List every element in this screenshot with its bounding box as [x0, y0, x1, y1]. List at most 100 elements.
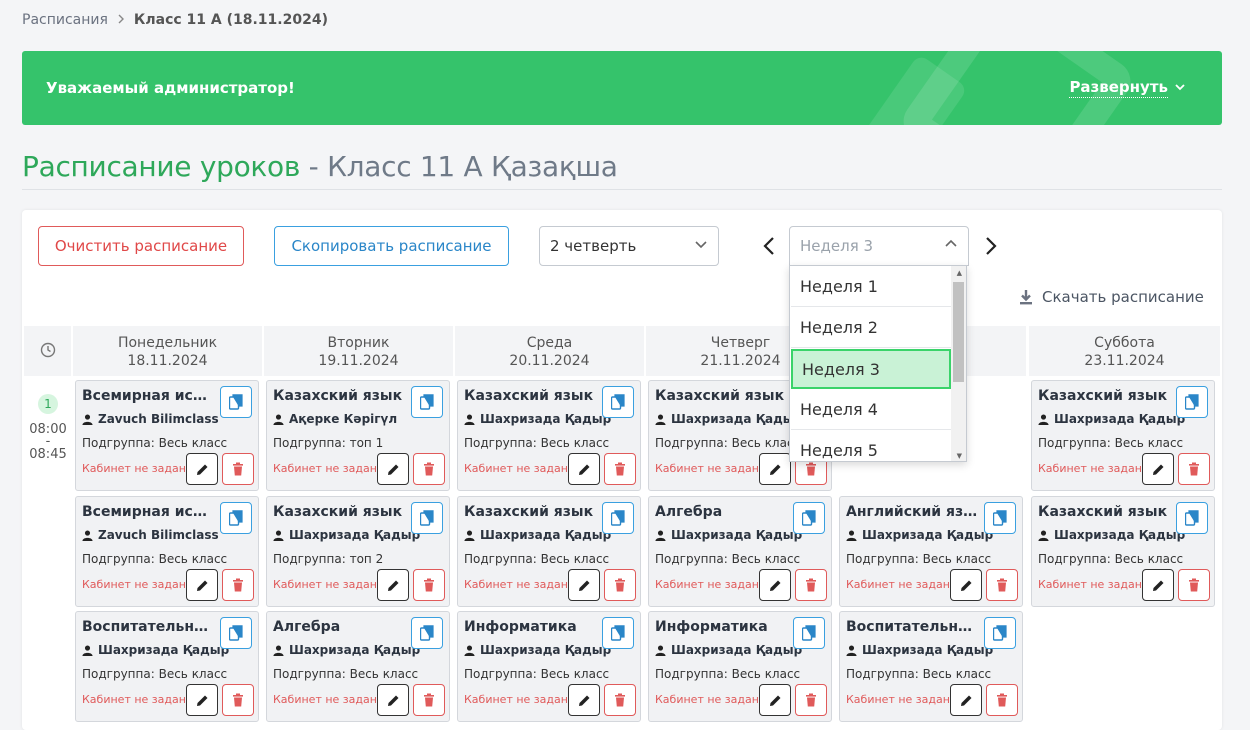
week-option[interactable]: Неделя 2: [791, 308, 951, 348]
lesson-teacher: Шахризада Қадыр: [1038, 528, 1185, 542]
lesson-card[interactable]: Алгебра Шахризада Қадыр Подгруппа: Весь …: [648, 496, 832, 607]
lesson-subject: Алгебра: [655, 504, 723, 520]
week-option[interactable]: Неделя 5: [791, 431, 951, 461]
copy-lesson-button[interactable]: [602, 617, 634, 649]
download-schedule-button[interactable]: Скачать расписание: [1018, 288, 1204, 306]
edit-lesson-button[interactable]: [950, 684, 982, 716]
copy-lesson-button[interactable]: [793, 502, 825, 534]
lesson-card[interactable]: Всемирная история Zavuch Bilimclass Подг…: [75, 496, 259, 607]
prev-week-button[interactable]: [758, 232, 780, 260]
lesson-subject: Казахский язык: [273, 504, 403, 520]
delete-lesson-button[interactable]: [986, 569, 1018, 601]
scroll-up-arrow-icon[interactable]: ▲: [957, 269, 962, 277]
lesson-subgroup: Подгруппа: Весь класс: [655, 436, 801, 450]
copy-lesson-button[interactable]: [1176, 502, 1208, 534]
copy-lesson-button[interactable]: [984, 502, 1016, 534]
lesson-teacher-name: Шахризада Қадыр: [480, 643, 612, 657]
lesson-teacher: Zavuch Bilimclass: [82, 528, 219, 542]
edit-lesson-button[interactable]: [1142, 569, 1174, 601]
copy-lesson-button[interactable]: [220, 502, 252, 534]
lesson-card[interactable]: Казахский язык Шахризада Қадыр Подгруппа…: [457, 496, 641, 607]
lesson-card[interactable]: Алгебра Шахризада Қадыр Подгруппа: Весь …: [266, 611, 450, 722]
day-date: 23.11.2024: [1084, 353, 1165, 369]
edit-lesson-button[interactable]: [568, 453, 600, 485]
quarter-select[interactable]: 2 четверть: [539, 226, 719, 266]
edit-lesson-button[interactable]: [186, 453, 218, 485]
lesson-card[interactable]: Казахский язык Шахризада Қадыр Подгруппа…: [457, 380, 641, 491]
edit-lesson-button[interactable]: [186, 684, 218, 716]
lesson-card[interactable]: Информатика Шахризада Қадыр Подгруппа: В…: [648, 611, 832, 722]
clear-schedule-button[interactable]: Очистить расписание: [38, 226, 244, 266]
edit-lesson-button[interactable]: [759, 684, 791, 716]
delete-lesson-button[interactable]: [604, 684, 636, 716]
copy-lesson-button[interactable]: [220, 617, 252, 649]
breadcrumb-root-link[interactable]: Расписания: [22, 12, 108, 28]
copy-lesson-button[interactable]: [984, 617, 1016, 649]
delete-lesson-button[interactable]: [413, 569, 445, 601]
lesson-teacher-name: Шахризада Қадыр: [480, 528, 612, 542]
lesson-card[interactable]: Казахский язык Ақерке Кәрігүл Подгруппа:…: [266, 380, 450, 491]
copy-lesson-button[interactable]: [411, 617, 443, 649]
edit-lesson-button[interactable]: [186, 569, 218, 601]
week-option[interactable]: Неделя 4: [791, 390, 951, 430]
lesson-room: Кабинет не задан: [846, 693, 950, 706]
copy-lesson-button[interactable]: [602, 386, 634, 418]
delete-lesson-button[interactable]: [604, 569, 636, 601]
edit-lesson-button[interactable]: [759, 569, 791, 601]
delete-lesson-button[interactable]: [604, 453, 636, 485]
delete-lesson-button[interactable]: [795, 684, 827, 716]
copy-lesson-button[interactable]: [411, 502, 443, 534]
lesson-card[interactable]: Воспитательный час Шахризада Қадыр Подгр…: [839, 611, 1023, 722]
lesson-card[interactable]: Казахский язык Шахризада Қадыр Подгруппа…: [1031, 496, 1215, 607]
lesson-room: Кабинет не задан: [464, 462, 568, 475]
lesson-teacher: Шахризада Қадыр: [846, 528, 993, 542]
copy-lesson-button[interactable]: [411, 386, 443, 418]
pencil-icon: [960, 695, 971, 706]
trash-icon: [233, 462, 243, 476]
lesson-teacher: Ақерке Кәрігүл: [273, 412, 397, 426]
page-title-class: Класс 11 А Қазақша: [327, 150, 618, 183]
user-icon: [273, 529, 284, 541]
lesson-subject: Казахский язык: [464, 504, 594, 520]
lesson-card[interactable]: Всемирная история Zavuch Bilimclass Подг…: [75, 380, 259, 491]
edit-lesson-button[interactable]: [568, 569, 600, 601]
scrollbar-thumb[interactable]: [953, 282, 964, 382]
lesson-card[interactable]: Английский язык Шахризада Қадыр Подгрупп…: [839, 496, 1023, 607]
copy-lesson-button[interactable]: [220, 386, 252, 418]
delete-lesson-button[interactable]: [222, 453, 254, 485]
lesson-card[interactable]: Воспитательный час Шахризада Қадыр Подгр…: [75, 611, 259, 722]
day-name: Вторник: [327, 335, 390, 351]
week-option[interactable]: Неделя 1: [791, 267, 951, 307]
lesson-card[interactable]: Казахский язык Шахризада Қадыр Подгруппа…: [266, 496, 450, 607]
edit-lesson-button[interactable]: [568, 684, 600, 716]
copy-schedule-button[interactable]: Скопировать расписание: [274, 226, 509, 266]
delete-lesson-button[interactable]: [222, 684, 254, 716]
edit-lesson-button[interactable]: [759, 453, 791, 485]
delete-lesson-button[interactable]: [222, 569, 254, 601]
delete-lesson-button[interactable]: [1178, 453, 1210, 485]
trash-icon: [806, 462, 816, 476]
dropdown-scrollbar[interactable]: ▲ ▼: [951, 266, 966, 461]
lesson-card[interactable]: Информатика Шахризада Қадыр Подгруппа: В…: [457, 611, 641, 722]
edit-lesson-button[interactable]: [377, 569, 409, 601]
delete-lesson-button[interactable]: [413, 453, 445, 485]
delete-lesson-button[interactable]: [795, 569, 827, 601]
week-select[interactable]: Неделя 3: [789, 226, 969, 266]
copy-lesson-button[interactable]: [1176, 386, 1208, 418]
next-week-button[interactable]: [980, 232, 1002, 260]
copy-lesson-button[interactable]: [793, 617, 825, 649]
delete-lesson-button[interactable]: [413, 684, 445, 716]
scroll-down-arrow-icon[interactable]: ▼: [957, 452, 962, 460]
pencil-icon: [196, 580, 207, 591]
week-option[interactable]: Неделя 3: [791, 349, 951, 389]
edit-lesson-button[interactable]: [377, 453, 409, 485]
delete-lesson-button[interactable]: [986, 684, 1018, 716]
copy-lesson-button[interactable]: [602, 502, 634, 534]
delete-lesson-button[interactable]: [1178, 569, 1210, 601]
edit-lesson-button[interactable]: [377, 684, 409, 716]
edit-lesson-button[interactable]: [1142, 453, 1174, 485]
expand-button[interactable]: Развернуть: [1069, 78, 1186, 98]
edit-lesson-button[interactable]: [950, 569, 982, 601]
lesson-room: Кабинет не задан: [273, 462, 377, 475]
lesson-card[interactable]: Казахский язык Шахризада Қадыр Подгруппа…: [1031, 380, 1215, 491]
